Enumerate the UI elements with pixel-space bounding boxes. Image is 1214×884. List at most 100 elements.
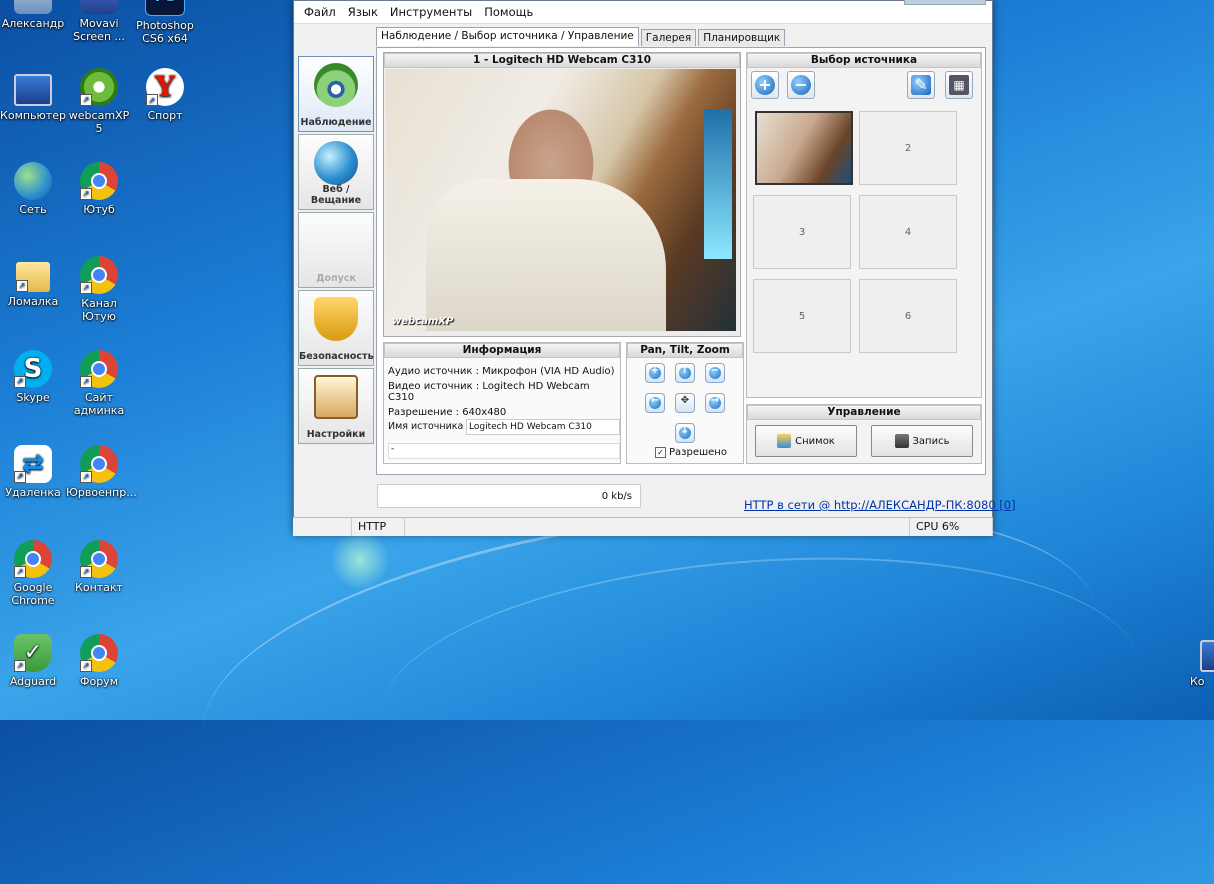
sidebar-item-settings[interactable]: Настройки <box>298 368 374 444</box>
zoom-in-icon: + <box>650 365 660 376</box>
source-properties-button[interactable]: ✎ <box>907 71 935 99</box>
arrow-right-icon: → <box>710 395 720 406</box>
zoom-in-button[interactable]: + <box>645 363 665 383</box>
source-slot-5[interactable]: 5 <box>753 279 851 353</box>
grid-layout-button[interactable]: ▦ <box>945 71 973 99</box>
teamviewer-icon: ⇄ ↗ <box>14 445 52 483</box>
tilt-up-button[interactable]: ↑ <box>675 363 695 383</box>
desktop-icon-network[interactable]: Сеть <box>0 162 66 216</box>
zoom-out-button[interactable]: − <box>705 363 725 383</box>
desktop-icon-photoshop[interactable]: PsPhotoshop CS6 x64 <box>132 0 198 45</box>
desktop-icon-channel[interactable]: ↗ Канал Ютую <box>66 256 132 323</box>
adguard-icon: ✓ ↗ <box>14 634 52 672</box>
menu-help[interactable]: Помощь <box>478 5 539 19</box>
desktop-icon-google-chrome[interactable]: ↗ Google Chrome <box>0 540 66 607</box>
menu-tools[interactable]: Инструменты <box>384 5 478 19</box>
plus-icon: + <box>755 75 775 95</box>
desktop-icon-movavi[interactable]: Movavi Screen ... <box>66 0 132 43</box>
desktop-icon-webcamxp[interactable]: ↗ webcamXP 5 <box>66 68 132 135</box>
ptz-panel: Pan, Tilt, Zoom + ↑ − ← ✥ → ↓ ✓ Разрешено <box>626 342 744 464</box>
zoom-out-icon: − <box>710 365 720 376</box>
menu-bar: Файл Язык Инструменты Помощь <box>294 1 992 24</box>
audio-source: Аудио источник : Микрофон (VIA HD Audio) <box>388 366 615 377</box>
desktop-icon-yurvoen[interactable]: ↗ Юрвоенпр... <box>66 445 137 499</box>
desktop-icon-lomalka[interactable]: ↗ Ломалка <box>0 256 66 308</box>
chrome-icon: ↗ <box>80 350 118 388</box>
source-slot-1[interactable] <box>755 111 853 185</box>
desktop-icon-contact[interactable]: ↗ Контакт <box>66 540 132 594</box>
webcamxp-icon: ↗ <box>80 68 118 106</box>
user-folder-icon <box>14 0 52 14</box>
desktop-icon-youtube[interactable]: ↗ Ютуб <box>66 162 132 216</box>
source-extra-field[interactable]: - <box>388 443 620 459</box>
tilt-down-button[interactable]: ↓ <box>675 423 695 443</box>
sidebar-item-access[interactable]: Допуск <box>298 212 374 288</box>
bandwidth-indicator: 0 kb/s <box>377 484 641 508</box>
source-title: Выбор источника <box>747 53 981 68</box>
menu-file[interactable]: Файл <box>298 5 342 19</box>
resolution: Разрешение : 640x480 <box>388 407 507 418</box>
desktop-icon-computer[interactable]: Компьютер <box>0 68 66 122</box>
ptz-enabled-checkbox[interactable]: ✓ Разрешено <box>655 447 727 458</box>
arrow-up-icon: ↑ <box>680 365 690 376</box>
camera-icon <box>777 434 792 448</box>
desktop-icon-skype[interactable]: S ↗ Skype <box>0 350 66 404</box>
sidebar-item-monitoring[interactable]: Наблюдение <box>298 56 374 132</box>
http-status-link[interactable]: HTTP в сети @ http://АЛЕКСАНДР-ПК:8080 [… <box>744 498 1016 512</box>
properties-icon: ✎ <box>911 75 931 95</box>
wallpaper-glow <box>330 530 390 590</box>
camera-feed[interactable]: webcamXP <box>386 69 736 331</box>
sidebar-item-web[interactable]: Веб / Вещание <box>298 134 374 210</box>
source-slot-4[interactable]: 4 <box>859 195 957 269</box>
tab-scheduler[interactable]: Планировщик <box>698 29 786 46</box>
pan-left-button[interactable]: ← <box>645 393 665 413</box>
center-button[interactable]: ✥ <box>675 393 695 413</box>
center-icon: ✥ <box>680 395 690 406</box>
desktop-icon-remote[interactable]: ⇄ ↗ Удаленка <box>0 445 66 499</box>
globe-icon <box>314 141 358 185</box>
clipboard-icon <box>314 375 358 419</box>
sidebar: Наблюдение Веб / Вещание Допуск Безопасн… <box>298 56 374 446</box>
desktop-icon-user[interactable]: Александр <box>0 0 66 30</box>
movavi-icon <box>80 0 118 14</box>
photoshop-icon: Ps <box>145 0 185 16</box>
record-button[interactable]: Запись <box>871 425 973 457</box>
sidebar-item-security[interactable]: Безопасность <box>298 290 374 366</box>
control-panel: Управление Снимок Запись <box>746 404 982 464</box>
source-slot-3[interactable]: 3 <box>753 195 851 269</box>
video-source: Видео источник : Logitech HD Webcam C310 <box>388 381 590 403</box>
add-source-button[interactable]: + <box>751 71 779 99</box>
minus-icon: − <box>791 75 811 95</box>
desktop-icon-forum[interactable]: ↗ Форум <box>66 634 132 688</box>
tab-gallery[interactable]: Галерея <box>640 29 697 46</box>
check-icon: ✓ <box>655 447 666 458</box>
menu-language[interactable]: Язык <box>342 5 384 19</box>
source-slot-6[interactable]: 6 <box>859 279 957 353</box>
access-icon <box>314 219 358 263</box>
chrome-icon: ↗ <box>80 256 118 294</box>
desktop-icon-edge[interactable]: Ко <box>1190 634 1214 688</box>
tab-monitoring[interactable]: Наблюдение / Выбор источника / Управлени… <box>376 27 639 46</box>
desktop-icon-adguard[interactable]: ✓ ↗ Adguard <box>0 634 66 688</box>
feed-person <box>426 179 666 331</box>
control-title: Управление <box>747 405 981 420</box>
source-panel: Выбор источника + − ✎ ▦ 2 3 4 5 6 <box>746 52 982 398</box>
video-panel: 1 - Logitech HD Webcam C310 webcamXP <box>383 52 741 337</box>
chrome-icon: ↗ <box>14 540 52 578</box>
pan-right-button[interactable]: → <box>705 393 725 413</box>
source-name-field[interactable]: Logitech HD Webcam C310 <box>466 419 620 435</box>
desktop-icon-sport[interactable]: Y ↗ Спорт <box>132 68 198 122</box>
computer-icon <box>14 74 52 106</box>
info-title: Информация <box>384 343 620 358</box>
network-icon <box>14 162 52 200</box>
snapshot-button[interactable]: Снимок <box>755 425 857 457</box>
folder-icon: ↗ <box>16 262 50 292</box>
source-slot-2[interactable]: 2 <box>859 111 957 185</box>
status-middle <box>405 518 910 536</box>
skype-icon: S ↗ <box>14 350 52 388</box>
desktop-icon-admin-site[interactable]: ↗ Сайт админка <box>66 350 132 417</box>
status-spacer <box>293 518 352 536</box>
film-icon <box>894 434 909 448</box>
video-title: 1 - Logitech HD Webcam C310 <box>384 53 740 68</box>
remove-source-button[interactable]: − <box>787 71 815 99</box>
